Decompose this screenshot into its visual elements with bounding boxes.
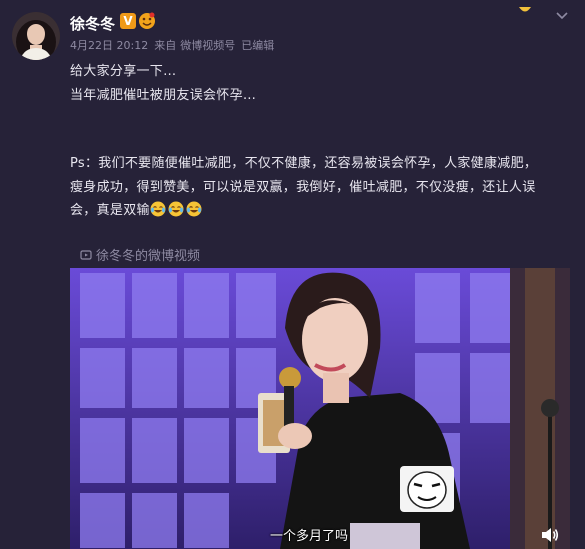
meme-sticker-icon xyxy=(400,466,454,512)
video-player[interactable] xyxy=(70,268,570,549)
source-prefix: 来自 xyxy=(154,39,177,52)
edited-label: 已编辑 xyxy=(241,39,275,52)
video-source-label: 徐冬冬的微博视频 xyxy=(96,249,201,264)
emoji-fragment-icon xyxy=(518,0,532,12)
video-frame xyxy=(70,268,570,549)
video-source-link[interactable]: 徐冬冬的微博视频 xyxy=(80,245,200,264)
laugh-cry-emoji-icon xyxy=(168,201,184,217)
post-timestamp[interactable]: 4月22日 20:12 xyxy=(70,39,148,52)
link-icon xyxy=(80,249,92,261)
post-source[interactable]: 微博视频号 xyxy=(180,39,235,52)
verified-badge: V xyxy=(120,13,136,29)
post-text-line-4: 瘦身成功，得到赞美，可以说是双赢，我倒好，催吐减肥，不仅没瘦，还让人误 xyxy=(70,180,536,195)
post-text-line-3: Ps：我们不要随便催吐减肥，不仅不健康，还容易被误会怀孕，人家健康减肥， xyxy=(70,156,538,171)
post-meta: 4月22日 20:12 来自 微博视频号 已编辑 xyxy=(70,37,280,53)
author-name[interactable]: 徐冬冬 xyxy=(70,13,115,34)
post-text-line-5: 会，真是双输 xyxy=(70,199,204,221)
video-subtitle: 一个多月了吗 xyxy=(270,529,349,544)
laugh-cry-emoji-icon xyxy=(150,201,166,217)
post-text-line-2: 当年减肥催吐被朋友误会怀孕… xyxy=(70,88,257,103)
post-text-line-5-text: 会，真是双输 xyxy=(70,203,150,218)
member-emoji-icon xyxy=(138,12,156,30)
chevron-down-icon[interactable] xyxy=(555,6,569,20)
laugh-cry-emoji-icon xyxy=(186,201,202,217)
emoji-row xyxy=(150,201,204,221)
volume-icon[interactable] xyxy=(541,527,559,543)
weibo-post-card: 徐冬冬 V 4月22日 20:12 来自 微博视频号 已编辑 给大家分享一下… 当年减… xyxy=(0,0,585,549)
post-text-line-1: 给大家分享一下… xyxy=(70,64,177,79)
author-avatar[interactable] xyxy=(12,12,60,60)
